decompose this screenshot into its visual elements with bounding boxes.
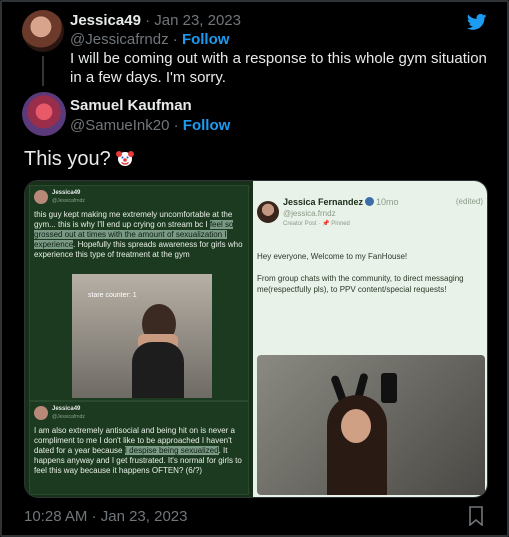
- author-handle[interactable]: @SamueInk20: [70, 117, 169, 134]
- quoted-author-name[interactable]: Jessica49 · Jan 23, 2023: [70, 12, 241, 29]
- twitter-logo-icon[interactable]: [466, 12, 488, 32]
- author-name[interactable]: Samuel Kaufman: [70, 97, 192, 114]
- fanhouse-avatar: [257, 201, 279, 223]
- tiny-avatar: [34, 406, 48, 420]
- embedded-handle: @Jessicafrndz: [52, 414, 85, 420]
- fanhouse-post-text: Hey everyone, Welcome to my FanHouse! Fr…: [257, 252, 464, 294]
- bookmark-icon[interactable]: [468, 506, 484, 526]
- tiny-avatar: [34, 190, 48, 204]
- creator-post-label: Creator Post · 📌 Pinned: [283, 221, 350, 227]
- thread-line: [42, 56, 44, 86]
- tweet-timestamp[interactable]: 10:28 AM · Jan 23, 2023: [24, 508, 187, 525]
- tweet-text: This you?: [24, 148, 135, 171]
- media-card[interactable]: Jessica49 @Jessicafrndz this guy kept ma…: [24, 180, 488, 498]
- author-handle-row: @SamueInk20 · Follow: [70, 117, 231, 134]
- fanhouse-photo: [257, 355, 485, 495]
- embedded-handle: @Jessicafrndz: [52, 198, 85, 204]
- follow-jessica-button[interactable]: Follow: [182, 31, 230, 48]
- fanhouse-screenshot: Jessica Fernandez 10mo (edited) @jessica.…: [253, 181, 487, 497]
- stare-counter: stare counter: 1: [88, 292, 137, 299]
- embedded-tweet-top: Jessica49 @Jessicafrndz this guy kept ma…: [29, 185, 249, 401]
- quoted-date: Jan 23, 2023: [154, 12, 241, 29]
- clown-emoji-icon: [115, 151, 134, 166]
- embedded-name: Jessica49: [52, 190, 81, 196]
- embedded-name: Jessica49: [52, 406, 81, 412]
- gym-screenshot: Jessica49 @Jessicafrndz this guy kept ma…: [25, 181, 253, 497]
- quoted-tweet-text: I will be coming out with a response to …: [70, 50, 487, 86]
- samuel-avatar[interactable]: [22, 92, 66, 136]
- verified-icon: [365, 197, 375, 206]
- follow-samuel-button[interactable]: Follow: [183, 117, 231, 134]
- edited-label: (edited): [455, 197, 483, 206]
- embedded-text: this guy kept making me extremely uncomf…: [34, 210, 243, 259]
- quoted-handle-row: @Jessicafrndz · Follow: [70, 31, 230, 48]
- jessica-avatar[interactable]: [22, 10, 64, 52]
- fanhouse-name: Jessica Fernandez 10mo: [283, 197, 399, 207]
- embedded-tweet-bottom: Jessica49 @Jessicafrndz I am also extrem…: [29, 401, 249, 495]
- quoted-handle[interactable]: @Jessicafrndz: [70, 31, 169, 48]
- fanhouse-handle: @jessica.frndz: [283, 209, 336, 218]
- gym-photo: stare counter: 1: [72, 274, 212, 398]
- embedded-text: I am also extremely antisocial and being…: [34, 426, 242, 475]
